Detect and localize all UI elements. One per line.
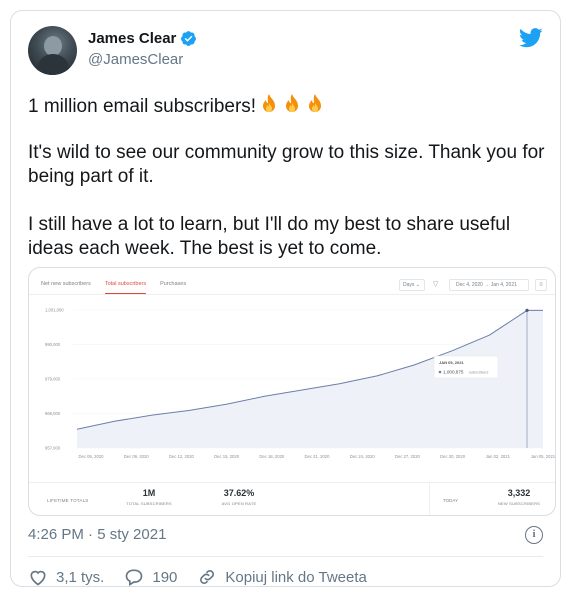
author-name[interactable]: James Clear — [88, 30, 176, 47]
link-icon — [200, 570, 215, 584]
stats-bar: LIFETIME TOTALS 1M TOTAL SUBSCRIBERS 37.… — [29, 482, 555, 515]
reply-count: 190 — [152, 568, 178, 586]
tab-purchases[interactable]: Purchases — [160, 274, 186, 294]
tooltip-date: JAN 05, 2021 — [439, 360, 464, 365]
twitter-bird-icon[interactable] — [519, 28, 543, 48]
stat-value: 37.62% — [223, 488, 255, 498]
lifetime-totals-label: LIFETIME TOTALS — [47, 498, 89, 503]
y-tick-label: 1,001,000 — [45, 308, 64, 313]
attached-image[interactable]: Net new subscribers Total subscribers Pu… — [28, 267, 556, 516]
tweet-text-1: 1 million email subscribers! — [28, 96, 257, 117]
avatar[interactable] — [28, 26, 77, 75]
author-name-row[interactable]: James Clear — [88, 30, 197, 47]
x-tick-label: Jan 02, 2021 — [486, 454, 511, 459]
stat-value: 1M — [142, 488, 156, 498]
stat-value: 3,332 — [507, 488, 531, 498]
reply-bubble-icon — [126, 569, 143, 586]
stat-label: TOTAL SUBSCRIBERS — [126, 501, 172, 506]
x-tick-label: Dec 15, 2020 — [214, 454, 240, 459]
fire-emoji — [263, 94, 276, 112]
copy-link-label: Kopiuj link do Tweeta — [225, 568, 367, 586]
verified-badge-icon — [181, 31, 197, 46]
tab-net-new[interactable]: Net new subscribers — [41, 274, 91, 294]
x-tick-label: Dec 24, 2020 — [350, 454, 376, 459]
dashboard-tabs: Net new subscribers Total subscribers Pu… — [41, 274, 186, 294]
hover-point — [525, 308, 529, 312]
date-range-select[interactable]: Dec 4, 2020 → Jan 4, 2021 — [449, 279, 529, 291]
stat-open-rate: 37.62% AVG OPEN RATE — [209, 488, 269, 506]
copy-link-button[interactable]: Kopiuj link do Tweeta — [197, 567, 367, 587]
x-tick-label: Dec 06, 2020 — [79, 454, 105, 459]
like-count: 3,1 tys. — [56, 568, 105, 586]
x-tick-label: Jan 05, 2021 — [531, 454, 555, 459]
tweet-card: James Clear @JamesClear 1 million email … — [10, 10, 561, 587]
like-button[interactable]: 3,1 tys. — [28, 567, 104, 587]
tweet-text-line1: 1 million email subscribers! — [28, 93, 548, 119]
stat-label: AVG OPEN RATE — [221, 501, 257, 506]
tweet-text-3: I still have a lot to learn, but I'll do… — [28, 214, 511, 259]
y-tick-label: 968,000 — [45, 411, 61, 416]
filter-icon[interactable]: ▽ — [433, 280, 438, 288]
range-select[interactable]: Days ⌄ — [399, 279, 425, 291]
x-tick-label: Dec 18, 2020 — [259, 454, 285, 459]
reply-button[interactable]: 190 — [124, 567, 177, 587]
x-tick-label: Dec 21, 2020 — [305, 454, 331, 459]
y-tick-label: 979,000 — [45, 377, 61, 382]
info-icon[interactable]: i — [525, 526, 543, 544]
x-tick-label: Dec 30, 2020 — [440, 454, 466, 459]
x-tick-label: Dec 27, 2020 — [395, 454, 421, 459]
tooltip-dot — [438, 370, 442, 374]
stat-total-subscribers: 1M TOTAL SUBSCRIBERS — [121, 488, 177, 506]
menu-icon[interactable]: ≡ — [535, 279, 547, 291]
y-tick-label: 957,000 — [45, 446, 61, 451]
y-tick-label: 990,000 — [45, 342, 61, 347]
x-tick-label: Dec 12, 2020 — [169, 454, 195, 459]
fire-emoji — [309, 94, 322, 112]
fire-emoji — [286, 94, 299, 112]
heart-icon — [30, 570, 46, 586]
tweet-timestamp[interactable]: 4:26 PM · 5 sty 2021 — [28, 526, 166, 543]
tooltip-unit: subscribers — [469, 371, 489, 375]
subscribers-chart: 957,000 968,000 979,000 990,000 1,001,000 Dec… — [45, 308, 555, 460]
tab-total-subscribers[interactable]: Total subscribers — [104, 274, 147, 294]
tweet-actions: 3,1 tys. 190 Kopiuj link do Tweeta — [28, 566, 387, 588]
author-handle[interactable]: @JamesClear — [88, 51, 183, 68]
today-label: TODAY — [443, 498, 459, 503]
tweet-text-2: It's wild to see our community grow to t… — [28, 142, 545, 187]
stat-new-subscribers: 3,332 NEW SUBSCRIBERS — [489, 488, 549, 506]
range-select-label: Days — [403, 282, 415, 288]
tooltip-value: 1,000,875 — [443, 370, 464, 375]
stat-label: NEW SUBSCRIBERS — [497, 501, 541, 506]
x-tick-label: Dec 09, 2020 — [124, 454, 150, 459]
